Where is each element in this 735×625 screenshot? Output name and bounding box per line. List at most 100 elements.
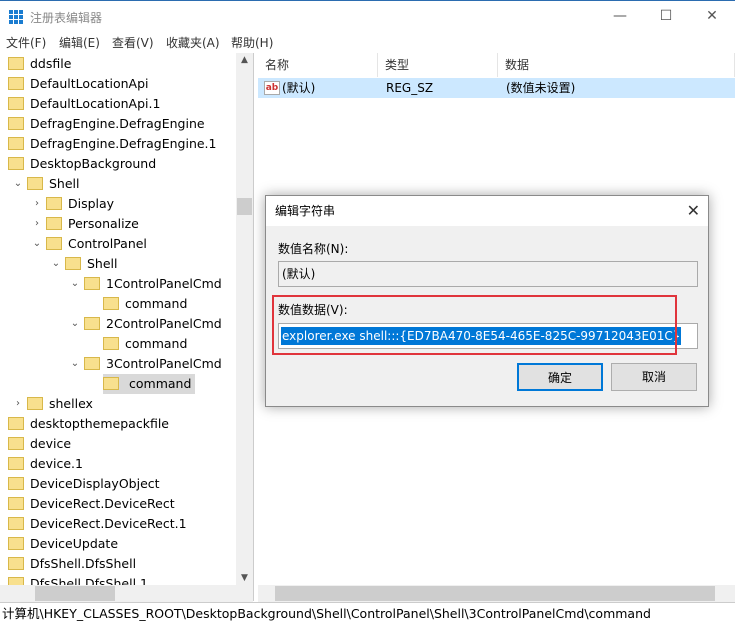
collapse-icon[interactable]: ⌄ <box>51 254 61 274</box>
folder-icon <box>8 557 24 570</box>
menu-file[interactable]: 文件(F) <box>6 34 46 51</box>
folder-icon <box>8 477 24 490</box>
scroll-thumb[interactable] <box>237 198 252 215</box>
folder-icon <box>8 417 24 430</box>
tree-item-label: desktopthemepackfile <box>30 416 169 431</box>
folder-icon <box>103 377 119 390</box>
tree-item[interactable]: DeviceDisplayObject <box>8 474 160 494</box>
folder-icon <box>8 157 24 170</box>
value-type: REG_SZ <box>386 81 434 95</box>
tree-item-label: DfsShell.DfsShell <box>30 556 137 571</box>
collapse-icon[interactable]: ⌄ <box>13 174 23 194</box>
folder-icon <box>84 277 100 290</box>
menu-bar: 文件(F) 编辑(E) 查看(V) 收藏夹(A) 帮助(H) <box>0 32 735 52</box>
regedit-icon <box>9 10 23 24</box>
folder-icon <box>103 297 119 310</box>
scroll-down-icon[interactable]: ▼ <box>236 573 253 583</box>
tree-item[interactable]: device.1 <box>8 454 83 474</box>
folder-icon <box>8 537 24 550</box>
value-name-field[interactable]: (默认) <box>278 261 698 287</box>
tree-item[interactable]: DesktopBackground <box>8 154 156 174</box>
tree-item[interactable]: › Display <box>35 194 115 214</box>
value-name: (默认) <box>282 81 316 95</box>
tree-item[interactable]: ⌄ 1ControlPanelCmd <box>71 274 222 294</box>
string-value-icon: ab <box>264 81 280 95</box>
tree-item[interactable]: DefaultLocationApi.1 <box>8 94 160 114</box>
tree-vertical-scrollbar[interactable]: ▲ ▼ <box>236 53 253 585</box>
tree-item[interactable]: device <box>8 434 71 454</box>
value-name-label: 数值名称(N): <box>278 242 349 256</box>
close-button[interactable]: ✕ <box>689 1 735 33</box>
column-data[interactable]: 数据 <box>498 53 735 77</box>
folder-icon <box>8 437 24 450</box>
tree-item[interactable]: ⌄ Shell <box>52 254 118 274</box>
tree-item[interactable]: ddsfile <box>8 54 71 74</box>
tree-item-label: ddsfile <box>30 56 72 71</box>
tree-item-label: DefaultLocationApi.1 <box>30 96 161 111</box>
list-horizontal-scrollbar[interactable] <box>258 585 735 602</box>
cancel-button[interactable]: 取消 <box>611 363 697 391</box>
tree-item[interactable]: command <box>103 374 196 394</box>
tree-item-label: Shell <box>49 176 80 191</box>
value-row[interactable]: ab (默认) REG_SZ (数值未设置) <box>258 78 735 98</box>
folder-icon <box>8 77 24 90</box>
folder-icon <box>8 97 24 110</box>
tree-item[interactable]: desktopthemepackfile <box>8 414 169 434</box>
tree-item[interactable]: command <box>103 334 187 354</box>
expand-icon[interactable]: › <box>32 214 42 234</box>
tree-item[interactable]: DeviceRect.DeviceRect <box>8 494 175 514</box>
scroll-up-icon[interactable]: ▲ <box>236 55 253 65</box>
collapse-icon[interactable]: ⌄ <box>70 314 80 334</box>
ok-button[interactable]: 确定 <box>517 363 603 391</box>
tree-item-label: DefragEngine.DefragEngine <box>30 116 205 131</box>
scroll-thumb[interactable] <box>275 586 715 601</box>
key-tree: ddsfile DefaultLocationApi DefaultLocation… <box>0 53 254 601</box>
folder-icon <box>8 497 24 510</box>
scroll-thumb[interactable] <box>35 586 115 601</box>
tree-item[interactable]: › shellex <box>16 394 93 414</box>
tree-item-label: Display <box>68 196 115 211</box>
tree-item-label: DefaultLocationApi <box>30 76 149 91</box>
window-title: 注册表编辑器 <box>30 11 103 25</box>
expand-icon[interactable]: › <box>13 394 23 414</box>
expand-icon[interactable]: › <box>32 194 42 214</box>
tree-item[interactable]: DeviceRect.DeviceRect.1 <box>8 514 187 534</box>
folder-icon <box>46 217 62 230</box>
tree-item[interactable]: DeviceUpdate <box>8 534 118 554</box>
column-type[interactable]: 类型 <box>378 53 498 77</box>
menu-help[interactable]: 帮助(H) <box>231 34 273 51</box>
menu-favorites[interactable]: 收藏夹(A) <box>166 34 220 51</box>
folder-icon <box>27 177 43 190</box>
tree-item-label: Shell <box>87 256 118 271</box>
tree-item[interactable]: ⌄ ControlPanel <box>33 234 147 254</box>
tree-horizontal-scrollbar[interactable] <box>0 585 253 602</box>
maximize-button[interactable]: ☐ <box>643 1 689 33</box>
menu-view[interactable]: 查看(V) <box>112 34 154 51</box>
collapse-icon[interactable]: ⌄ <box>70 274 80 294</box>
tree-item[interactable]: ⌄ 2ControlPanelCmd <box>71 314 222 334</box>
folder-icon <box>8 117 24 130</box>
tree-item[interactable]: DefragEngine.DefragEngine <box>8 114 205 134</box>
tree-item-label: 3ControlPanelCmd <box>106 356 222 371</box>
folder-icon <box>84 357 100 370</box>
column-name[interactable]: 名称 <box>258 53 378 77</box>
tree-item[interactable]: DefaultLocationApi <box>8 74 149 94</box>
tree-item[interactable]: DfsShell.DfsShell <box>8 554 136 574</box>
tree-item-label: DeviceUpdate <box>30 536 119 551</box>
dialog-close-button[interactable]: ✕ <box>687 196 700 226</box>
status-bar-path: 计算机\HKEY_CLASSES_ROOT\DesktopBackground\… <box>0 602 735 625</box>
tree-item-label: DefragEngine.DefragEngine.1 <box>30 136 217 151</box>
minimize-button[interactable]: — <box>597 1 643 33</box>
tree-item[interactable]: › Personalize <box>35 214 139 234</box>
tree-item[interactable]: command <box>103 294 187 314</box>
folder-icon <box>84 317 100 330</box>
tree-item[interactable]: ⌄ 3ControlPanelCmd <box>71 354 222 374</box>
collapse-icon[interactable]: ⌄ <box>70 354 80 374</box>
tree-item[interactable]: ⌄ Shell <box>14 174 80 194</box>
folder-icon <box>8 517 24 530</box>
folder-icon <box>27 397 43 410</box>
menu-edit[interactable]: 编辑(E) <box>59 34 100 51</box>
collapse-icon[interactable]: ⌄ <box>32 234 42 254</box>
tree-item[interactable]: DefragEngine.DefragEngine.1 <box>8 134 216 154</box>
tree-item-label: DeviceRect.DeviceRect.1 <box>30 516 187 531</box>
